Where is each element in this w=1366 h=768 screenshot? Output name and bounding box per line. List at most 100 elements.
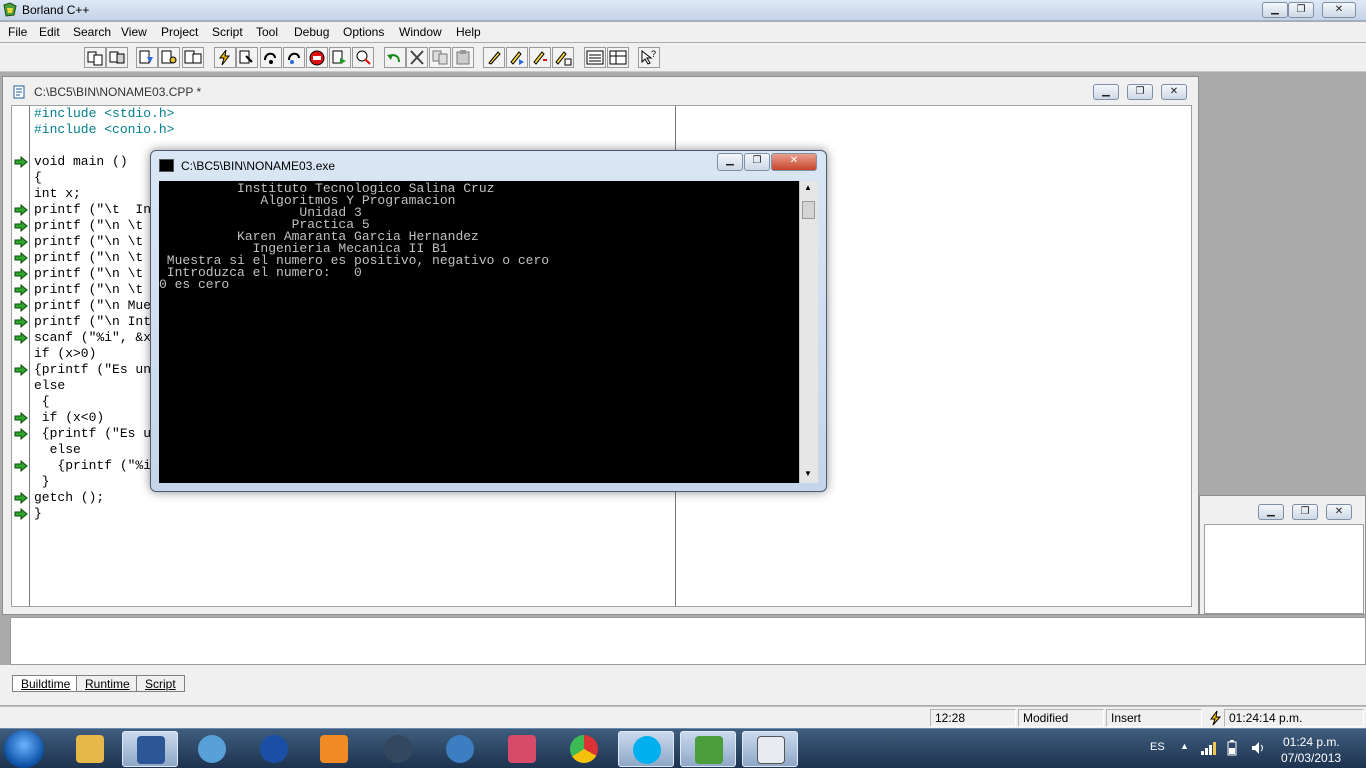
taskbar-explorer[interactable]: [62, 731, 118, 767]
code-line[interactable]: {printf ("%i: [34, 458, 151, 474]
taskbar-bluetooth[interactable]: [246, 731, 302, 767]
code-line[interactable]: if (x>0): [34, 346, 96, 362]
search-replace-icon[interactable]: [506, 47, 528, 68]
cut-icon[interactable]: [406, 47, 428, 68]
execution-point-icon[interactable]: [14, 283, 28, 297]
tray-expand-icon[interactable]: ▲: [1180, 741, 1189, 751]
code-line[interactable]: printf ("\n \t: [34, 250, 143, 266]
undo-icon[interactable]: [384, 47, 406, 68]
open-file-icon[interactable]: [84, 47, 106, 68]
code-line[interactable]: printf ("\n \t: [34, 266, 143, 282]
execution-point-icon[interactable]: [14, 459, 28, 473]
taskbar-clock-time[interactable]: 01:24 p.m.: [1283, 735, 1340, 749]
taskbar-3d-app[interactable]: [494, 731, 550, 767]
code-line[interactable]: }: [34, 474, 50, 490]
inspect-icon[interactable]: [352, 47, 374, 68]
message-close-button[interactable]: ✕: [1326, 504, 1352, 520]
execution-point-icon[interactable]: [14, 155, 28, 169]
code-line[interactable]: getch ();: [34, 490, 104, 506]
editor-minimize-button[interactable]: ▁: [1093, 84, 1119, 100]
console-scrollbar[interactable]: ▲ ▼: [799, 181, 818, 483]
code-line[interactable]: }: [34, 506, 42, 522]
execution-point-icon[interactable]: [14, 203, 28, 217]
code-line[interactable]: #include <conio.h>: [34, 122, 174, 138]
menu-view[interactable]: View: [121, 25, 147, 39]
menu-search[interactable]: Search: [73, 25, 111, 39]
close-button[interactable]: ✕: [1322, 2, 1356, 18]
tab-runtime[interactable]: Runtime: [76, 675, 139, 692]
execution-point-icon[interactable]: [14, 411, 28, 425]
execution-point-icon[interactable]: [14, 427, 28, 441]
menu-project[interactable]: Project: [161, 25, 198, 39]
console-output[interactable]: Instituto Tecnologico Salina Cruz Algori…: [159, 181, 799, 483]
scroll-down-icon[interactable]: ▼: [804, 469, 812, 478]
taskbar-console[interactable]: [742, 731, 798, 767]
project-files-icon[interactable]: [158, 47, 180, 68]
code-line[interactable]: {: [34, 394, 50, 410]
execution-point-icon[interactable]: [14, 219, 28, 233]
menu-script[interactable]: Script: [212, 25, 243, 39]
tab-script[interactable]: Script: [136, 675, 185, 692]
code-line[interactable]: #include <stdio.h>: [34, 106, 174, 122]
execution-point-icon[interactable]: [14, 251, 28, 265]
menu-tool[interactable]: Tool: [256, 25, 278, 39]
taskbar-app-x[interactable]: [370, 731, 426, 767]
console-maximize-button[interactable]: ❐: [744, 153, 770, 171]
execution-point-icon[interactable]: [14, 235, 28, 249]
run-to-icon[interactable]: [329, 47, 351, 68]
console-close-button[interactable]: ✕: [771, 153, 817, 171]
volume-icon[interactable]: [1250, 740, 1266, 756]
menu-file[interactable]: File: [8, 25, 27, 39]
code-line[interactable]: printf ("\n Int: [34, 314, 151, 330]
console-window[interactable]: C:\BC5\BIN\NONAME03.exe ▁ ❐ ✕ Instituto …: [150, 150, 827, 492]
language-indicator[interactable]: ES: [1150, 741, 1165, 753]
start-button[interactable]: [4, 730, 44, 768]
code-line[interactable]: printf ("\n \t: [34, 282, 143, 298]
taskbar-skype[interactable]: [618, 731, 674, 767]
taskbar-borland[interactable]: [680, 731, 736, 767]
code-line[interactable]: scanf ("%i", &x: [34, 330, 151, 346]
editor-restore-button[interactable]: ❐: [1127, 84, 1153, 100]
execution-point-icon[interactable]: [14, 267, 28, 281]
code-line[interactable]: printf ("\n \t: [34, 218, 143, 234]
execution-point-icon[interactable]: [14, 315, 28, 329]
copy-icon[interactable]: [429, 47, 451, 68]
code-line[interactable]: if (x<0): [34, 410, 104, 426]
tab-buildtime[interactable]: Buildtime: [12, 675, 80, 692]
scroll-thumb[interactable]: [802, 201, 815, 219]
scroll-up-icon[interactable]: ▲: [804, 183, 812, 192]
execution-point-icon[interactable]: [14, 299, 28, 313]
battery-icon[interactable]: [1226, 740, 1238, 756]
context-help-icon[interactable]: ?: [638, 47, 660, 68]
execution-point-icon[interactable]: [14, 363, 28, 377]
message-restore-button[interactable]: ❐: [1292, 504, 1318, 520]
step-over-icon[interactable]: [260, 47, 282, 68]
view-details-icon[interactable]: [607, 47, 629, 68]
stop-debug-icon[interactable]: [306, 47, 328, 68]
code-line[interactable]: printf ("\t In: [34, 202, 151, 218]
code-line[interactable]: void main (): [34, 154, 128, 170]
menu-debug[interactable]: Debug: [294, 25, 329, 39]
execution-point-icon[interactable]: [14, 331, 28, 345]
taskbar-quicktime[interactable]: [432, 731, 488, 767]
taskbar-messenger[interactable]: [184, 731, 240, 767]
console-minimize-button[interactable]: ▁: [717, 153, 743, 171]
message-window[interactable]: ▁ ❐ ✕: [1199, 495, 1366, 615]
view-list-icon[interactable]: [584, 47, 606, 68]
make-icon[interactable]: [236, 47, 258, 68]
build-lightning-icon[interactable]: [214, 47, 236, 68]
taskbar-media-player[interactable]: [306, 731, 362, 767]
taskbar-clock-date[interactable]: 07/03/2013: [1281, 751, 1341, 765]
message-log-pane[interactable]: [10, 617, 1366, 665]
code-line[interactable]: printf ("\n \t: [34, 234, 143, 250]
menu-help[interactable]: Help: [456, 25, 481, 39]
code-line[interactable]: {printf ("Es u: [34, 426, 151, 442]
menu-edit[interactable]: Edit: [39, 25, 60, 39]
code-line[interactable]: {: [34, 170, 42, 186]
code-line[interactable]: else: [34, 442, 81, 458]
restore-button[interactable]: ❐: [1288, 2, 1314, 18]
code-line[interactable]: {printf ("Es un: [34, 362, 151, 378]
execution-point-icon[interactable]: [14, 507, 28, 521]
network-signal-icon[interactable]: [1200, 741, 1216, 755]
execution-point-icon[interactable]: [14, 491, 28, 505]
